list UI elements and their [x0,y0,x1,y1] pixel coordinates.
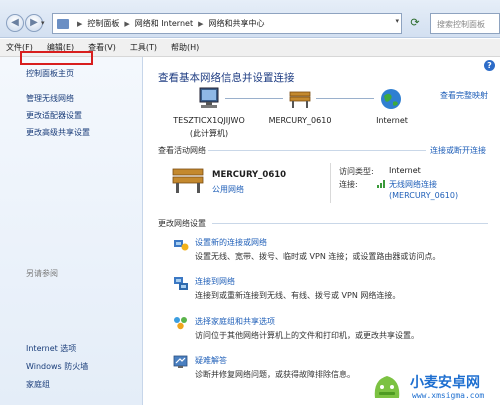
task-connect-network-link[interactable]: 连接到网络 [195,276,235,287]
chevron-right-icon: ▶ [77,19,83,28]
sidebar-manage-wireless[interactable]: 管理无线网络 [26,93,74,104]
divider [208,150,426,151]
network-label: MERCURY_0610 [268,116,332,125]
breadcrumb-network-sharing[interactable]: 网络和共享中心 [208,18,264,29]
change-settings-heading: 更改网络设置 [158,219,206,228]
map-connector-line [316,98,374,99]
control-panel-icon [57,18,69,29]
homegroup-icon [174,317,187,330]
computer-sublabel: (此计算机) [189,129,229,138]
breadcrumb-network-internet[interactable]: 网络和 Internet [135,18,193,29]
bench-network-icon [172,168,204,193]
address-dropdown-icon[interactable]: ▾ [395,17,399,25]
menu-help[interactable]: 帮助(H) [171,42,199,53]
connect-disconnect-link[interactable]: 连接或断开连接 [430,145,486,156]
breadcrumb-control-panel[interactable]: 控制面板 [87,18,119,29]
sidebar-control-panel-home[interactable]: 控制面板主页 [26,68,74,79]
sidebar-internet-options[interactable]: Internet 选项 [26,343,76,354]
view-full-map-link[interactable]: 查看完整映射 [440,90,488,101]
globe-icon[interactable] [379,87,403,111]
sidebar-change-adapter-settings[interactable]: 更改适配器设置 [26,110,82,121]
search-input[interactable]: 搜索控制面板 [430,13,500,34]
task-troubleshoot-desc: 诊断并修复网络问题，或获得故障排除信息。 [195,370,355,379]
task-new-connection-link[interactable]: 设置新的连接或网络 [195,237,267,248]
troubleshoot-icon [173,355,188,368]
see-also-heading: 另请参阅 [26,269,58,278]
active-networks-heading: 查看活动网络 [158,146,206,155]
chevron-right-icon: ▶ [198,19,204,28]
access-type-label: 访问类型: [339,167,374,176]
wireless-connection-link[interactable]: 无线网络连接 [389,179,437,190]
task-troubleshoot-link[interactable]: 疑难解答 [195,355,227,366]
sidebar-advanced-sharing[interactable]: 更改高级共享设置 [26,127,90,138]
refresh-icon[interactable]: ⟳ [407,15,423,31]
internet-label: Internet [376,116,408,125]
divider [330,163,331,203]
back-button[interactable]: ◀ [6,14,24,32]
connections-label: 连接: [339,180,358,189]
task-new-connection-desc: 设置无线、宽带、拨号、临时或 VPN 连接；或设置路由器或访问点。 [195,252,441,261]
new-connection-icon [174,240,189,251]
task-homegroup-link[interactable]: 选择家庭组和共享选项 [195,316,275,327]
computer-label: TESZTICX1QJIJWO [173,116,245,125]
watermark-text: 小麦安卓网 [410,375,480,391]
connect-network-icon [174,277,188,290]
task-homegroup-desc: 访问位于其他网络计算机上的文件和打印机，或更改共享设置。 [195,331,419,340]
network-type-link[interactable]: 公用网络 [212,184,244,195]
sidebar-windows-firewall[interactable]: Windows 防火墙 [26,361,88,372]
task-connect-network-desc: 连接到或重新连接到无线、有线、拨号或 VPN 网络连接。 [195,291,401,300]
recent-pages-dropdown[interactable]: ▾ [41,19,45,27]
divider [212,223,488,224]
page-title: 查看基本网络信息并设置连接 [158,72,295,84]
address-bar: ◀ ▶ ▾ ▶ 控制面板 ▶ 网络和 Internet ▶ 网络和共享中心 ▾ … [0,0,500,38]
menu-tools[interactable]: 工具(T) [130,42,157,53]
bench-network-icon[interactable] [287,87,313,111]
signal-bars-icon [377,180,385,188]
computer-icon[interactable] [194,86,224,110]
map-connector-line [225,98,283,99]
wireless-connection-ssid[interactable]: (MERCURY_0610) [389,191,458,200]
access-type-value: Internet [389,166,421,175]
sidebar-homegroup[interactable]: 家庭组 [26,379,50,390]
chevron-right-icon: ▶ [124,19,130,28]
highlight-box [20,51,93,65]
help-icon[interactable]: ? [484,60,495,71]
watermark-url: www.xmsigma.com [412,391,485,400]
active-network-name: MERCURY_0610 [212,170,287,180]
address-input[interactable]: ▶ 控制面板 ▶ 网络和 Internet ▶ 网络和共享中心 ▾ [52,13,402,34]
